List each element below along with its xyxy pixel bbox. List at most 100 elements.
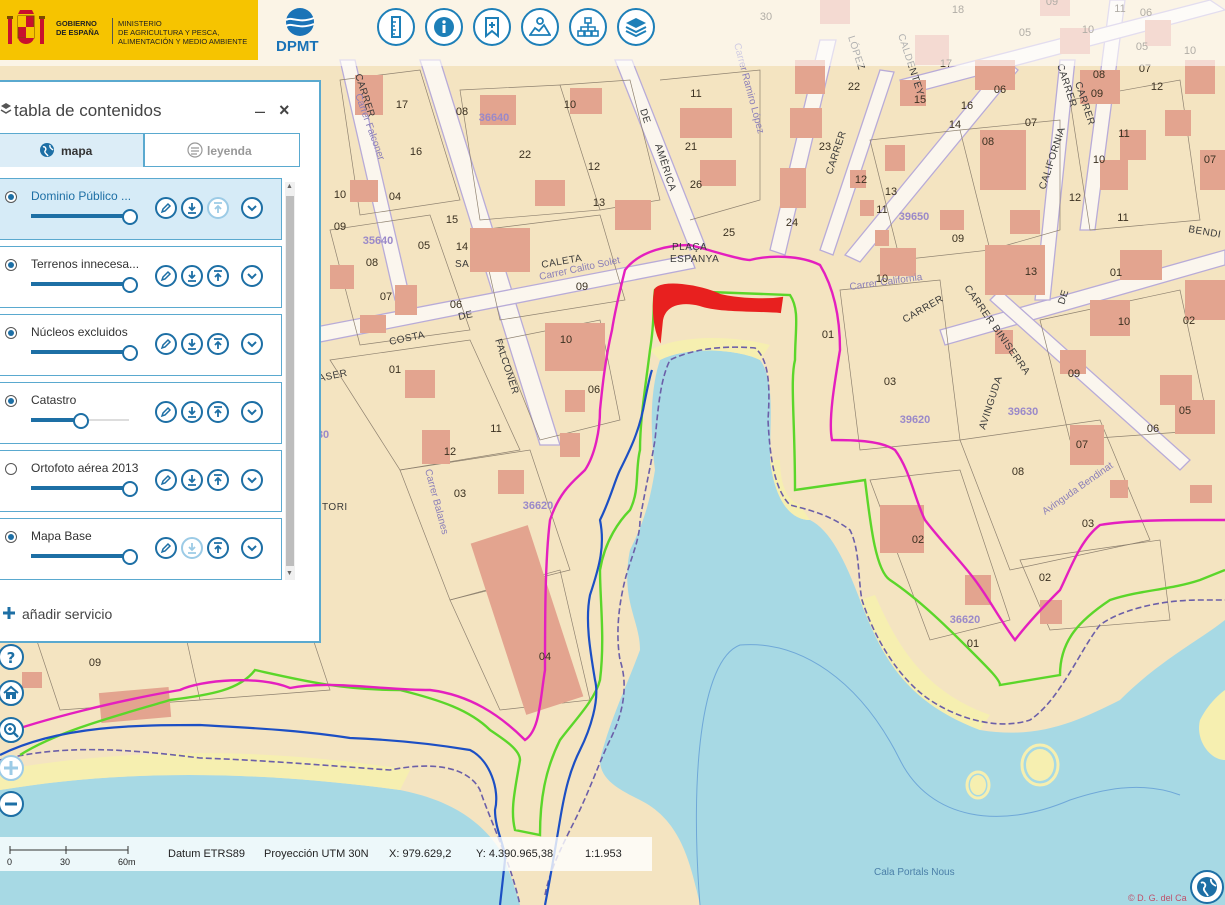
minimize-button[interactable]: –: [255, 102, 265, 120]
layer-visibility-radio[interactable]: [5, 463, 17, 475]
layer-visibility-radio[interactable]: [5, 531, 17, 543]
edit-style-button[interactable]: [155, 265, 177, 287]
globe-button[interactable]: [1190, 870, 1224, 904]
add-service-icon: [3, 607, 15, 619]
move-down-icon: [188, 271, 196, 282]
edit-style-button[interactable]: [155, 469, 177, 491]
opacity-slider[interactable]: [31, 277, 138, 293]
expand-icon: [247, 273, 257, 280]
panel-title: tabla de contenidos: [14, 101, 162, 120]
expand-button[interactable]: [241, 401, 263, 423]
edit-style-button[interactable]: [155, 401, 177, 423]
opacity-slider[interactable]: [31, 209, 138, 225]
opacity-slider-fill: [31, 350, 129, 354]
svg-text:PLAÇA: PLAÇA: [672, 242, 707, 253]
edit-style-button[interactable]: [155, 197, 177, 219]
move-up-icon: [214, 202, 222, 213]
layer-row[interactable]: Mapa Base: [0, 518, 282, 580]
scrollbar-thumb[interactable]: [286, 196, 294, 566]
move-down-button[interactable]: [181, 537, 203, 559]
move-up-button[interactable]: [207, 401, 229, 423]
move-down-button[interactable]: [181, 333, 203, 355]
svg-text:26: 26: [690, 179, 702, 191]
expand-icon: [247, 545, 257, 552]
expand-button[interactable]: [241, 537, 263, 559]
ruler-button[interactable]: [377, 8, 415, 46]
layer-row[interactable]: Ortofoto aérea 2013: [0, 450, 282, 512]
layer-visibility-radio[interactable]: [5, 259, 17, 271]
layer-name: Terrenos innecesa...: [31, 257, 140, 271]
move-up-icon: [214, 338, 222, 349]
layer-row[interactable]: Núcleos excluidos: [0, 314, 282, 376]
svg-text:13: 13: [885, 186, 897, 198]
opacity-slider[interactable]: [31, 345, 138, 361]
opacity-slider[interactable]: [31, 481, 138, 497]
wave-globe-icon: [285, 8, 315, 36]
opacity-slider-handle[interactable]: [122, 209, 138, 225]
move-up-button[interactable]: [207, 333, 229, 355]
move-down-button[interactable]: [181, 265, 203, 287]
svg-text:09: 09: [1091, 88, 1103, 100]
move-down-button[interactable]: [181, 401, 203, 423]
info-button[interactable]: [425, 8, 463, 46]
layer-row[interactable]: Terrenos innecesa...: [0, 246, 282, 308]
svg-text:22: 22: [848, 81, 860, 93]
opacity-slider-handle[interactable]: [122, 345, 138, 361]
app-header: GOBIERNO DE ESPAÑA MINISTERIO DE AGRICULTU…: [0, 0, 1225, 66]
sitemap-icon: [577, 17, 599, 37]
edit-style-button[interactable]: [155, 537, 177, 559]
layer-row[interactable]: Catastro: [0, 382, 282, 444]
move-down-button[interactable]: [181, 469, 203, 491]
svg-text:06: 06: [1147, 423, 1159, 435]
opacity-slider-handle[interactable]: [122, 481, 138, 497]
svg-text:35640: 35640: [363, 235, 394, 247]
svg-text:12: 12: [444, 446, 456, 458]
layer-visibility-radio[interactable]: [5, 327, 17, 339]
opacity-slider-handle[interactable]: [122, 549, 138, 565]
move-up-button[interactable]: [207, 265, 229, 287]
svg-text:TORI: TORI: [322, 502, 348, 513]
edit-style-button[interactable]: [155, 333, 177, 355]
layer-row[interactable]: Dominio Público ...: [0, 178, 282, 240]
svg-text:12: 12: [1151, 81, 1163, 93]
opacity-slider-handle[interactable]: [122, 277, 138, 293]
opacity-slider-fill: [31, 554, 129, 558]
sitemap-button[interactable]: [569, 8, 607, 46]
opacity-slider[interactable]: [31, 549, 138, 565]
tab-mapa[interactable]: mapa: [0, 133, 144, 167]
layer-visibility-radio[interactable]: [5, 395, 17, 407]
bookmark-button[interactable]: [473, 8, 511, 46]
layer-visibility-radio[interactable]: [5, 191, 17, 203]
move-up-button[interactable]: [207, 197, 229, 219]
svg-text:08: 08: [456, 106, 468, 118]
bookmark-icon: [485, 17, 499, 38]
opacity-slider-handle[interactable]: [73, 413, 89, 429]
expand-icon: [247, 409, 257, 416]
svg-text:13: 13: [1025, 266, 1037, 278]
svg-text:23: 23: [819, 141, 831, 153]
tab-leyenda[interactable]: leyenda: [144, 133, 300, 167]
scroll-down-icon[interactable]: ▼: [286, 570, 293, 577]
status-bar: 0 30 60m Datum ETRS89 Proyección UTM 30N…: [0, 837, 652, 871]
expand-button[interactable]: [241, 197, 263, 219]
svg-text:04: 04: [389, 191, 401, 203]
layer-list-scrollbar[interactable]: ▲ ▼: [285, 182, 295, 580]
layers-icon: [0, 103, 12, 114]
opacity-slider[interactable]: [31, 413, 129, 429]
map-profile-button[interactable]: [521, 8, 559, 46]
expand-button[interactable]: [241, 333, 263, 355]
svg-text:09: 09: [334, 221, 346, 233]
info-icon: [434, 17, 454, 37]
edit-style-icon: [160, 406, 172, 418]
expand-icon: [247, 205, 257, 212]
move-up-button[interactable]: [207, 469, 229, 491]
ministry-line-3: ALIMENTACIÓN Y MEDIO AMBIENTE: [118, 37, 248, 46]
expand-button[interactable]: [241, 469, 263, 491]
move-down-button[interactable]: [181, 197, 203, 219]
layers-button[interactable]: [617, 8, 655, 46]
move-up-button[interactable]: [207, 537, 229, 559]
expand-button[interactable]: [241, 265, 263, 287]
close-button[interactable]: ×: [279, 101, 290, 119]
add-service-button[interactable]: añadir servicio: [2, 606, 112, 622]
scroll-up-icon[interactable]: ▲: [286, 183, 293, 190]
